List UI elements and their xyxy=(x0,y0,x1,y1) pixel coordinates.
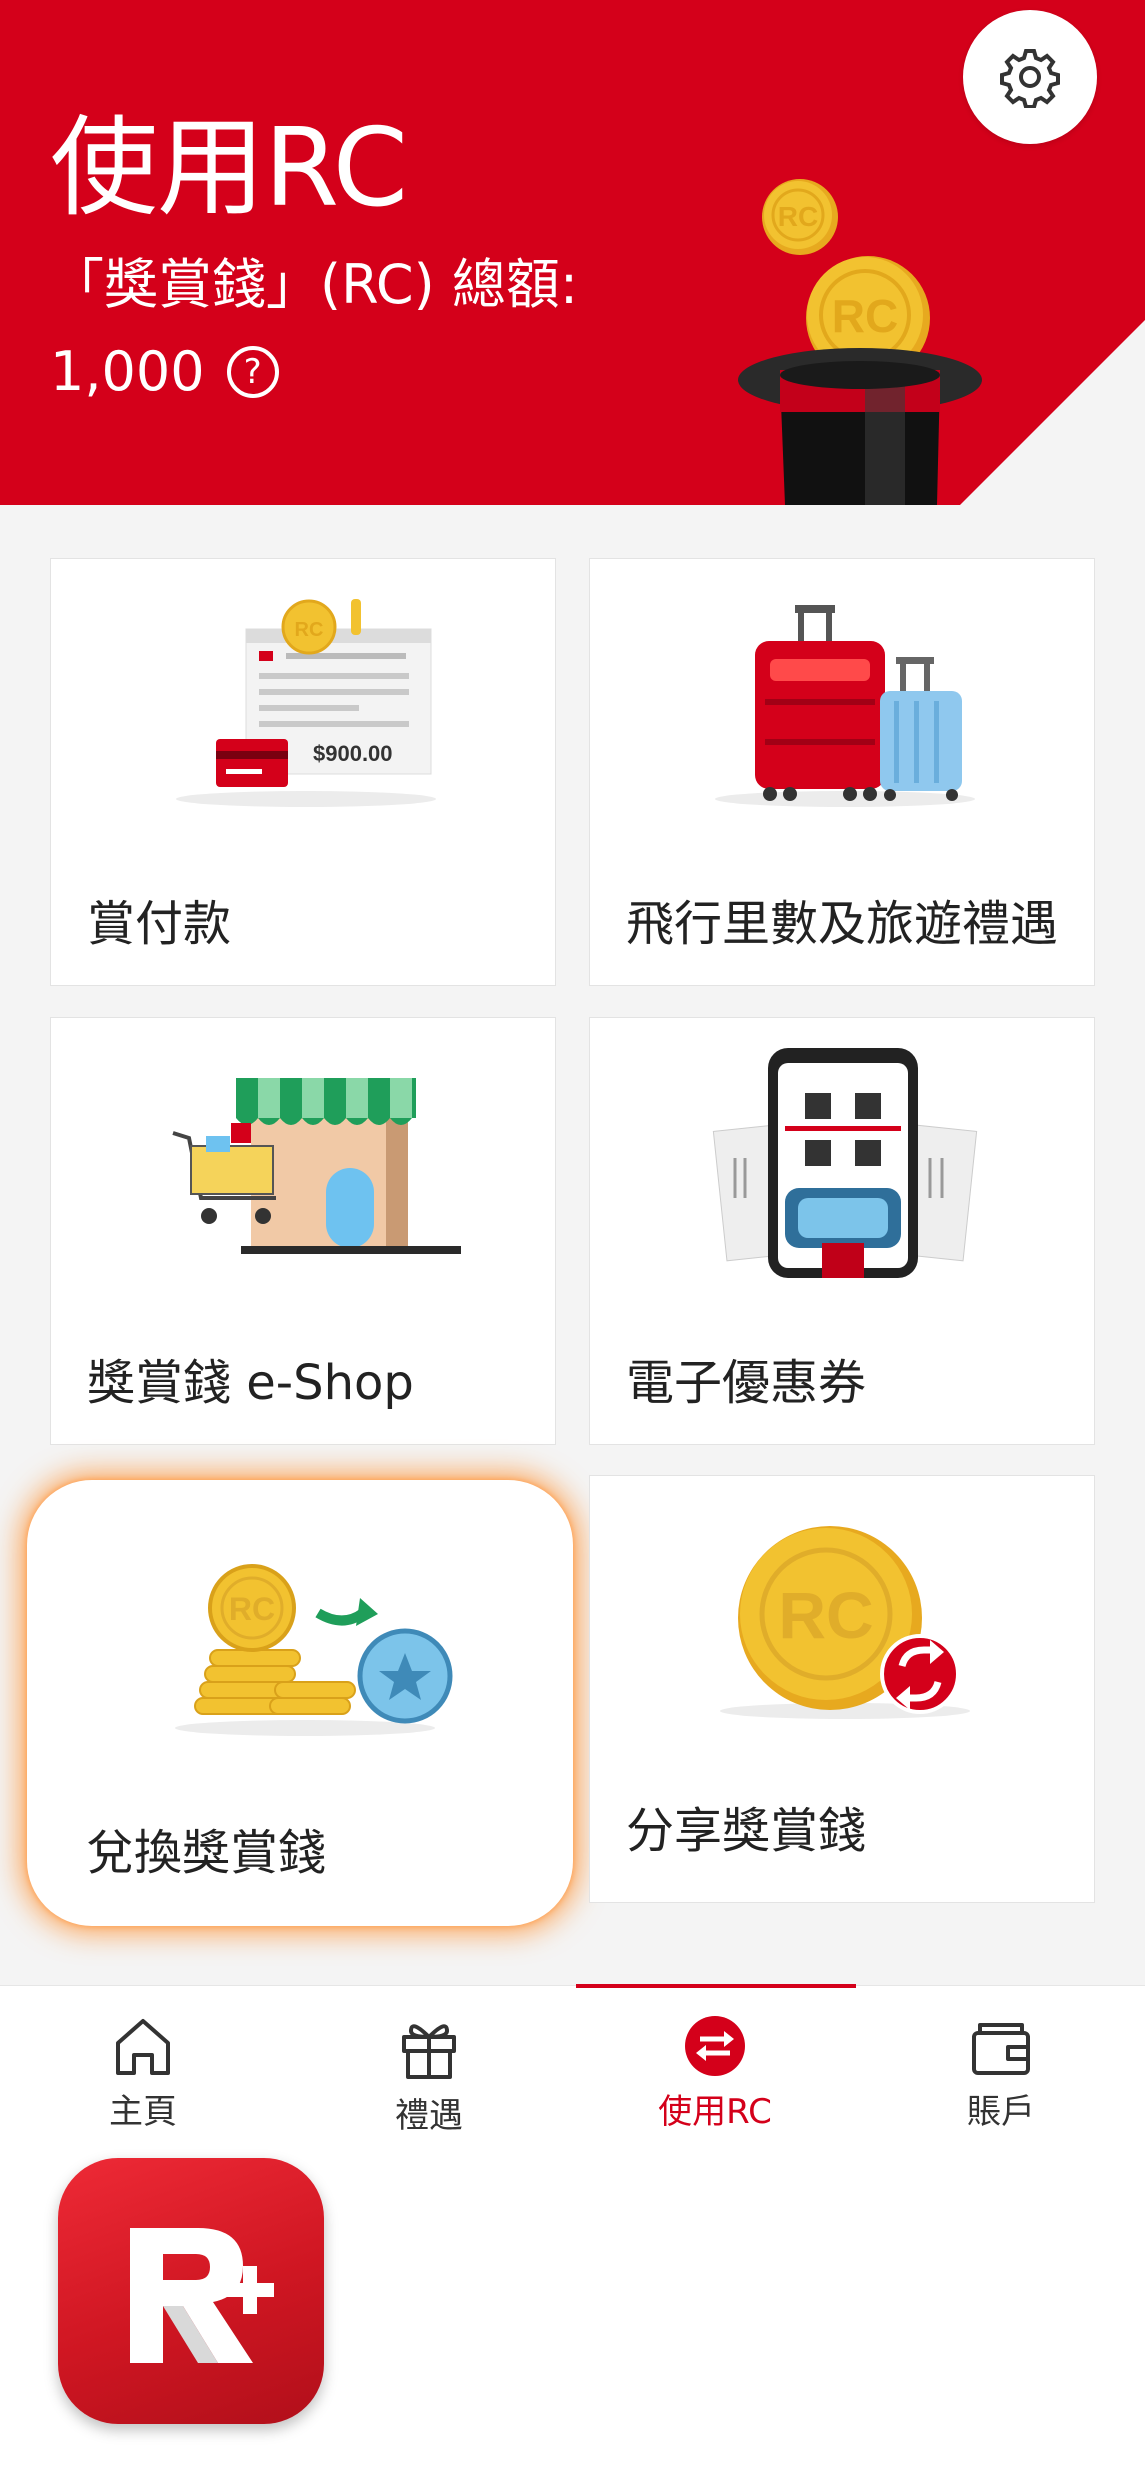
svg-text:RC: RC xyxy=(832,290,898,342)
shop-illustration xyxy=(172,1078,461,1254)
card-travel-rewards[interactable]: 飛行里數及旅遊禮遇 xyxy=(589,558,1095,986)
magic-hat-coins-illustration: RC RC xyxy=(738,179,982,505)
card-bill-payment[interactable]: $900.00 RC 賞付款 xyxy=(50,558,556,986)
tab-home[interactable]: 主頁 xyxy=(0,1986,286,2132)
tab-use-rc[interactable]: 使用RC xyxy=(572,1986,858,2132)
gift-icon xyxy=(402,2024,456,2079)
coin-small-icon: RC xyxy=(762,179,838,255)
card-label: 電子優惠券 xyxy=(626,1355,867,1411)
card-share-rc[interactable]: RC 分享獎賞錢 xyxy=(589,1475,1095,1903)
settings-button[interactable] xyxy=(963,10,1097,144)
tab-account[interactable]: 賬戶 xyxy=(858,1986,1144,2132)
rc-options-grid: $900.00 RC 賞付款 飛行里數及旅遊禮遇 獎賞錢 e-Shop 電子優惠… xyxy=(0,505,1145,1985)
tab-label: 使用RC xyxy=(658,2092,772,2132)
svg-text:RC: RC xyxy=(295,619,324,641)
svg-text:$900.00: $900.00 xyxy=(313,741,393,766)
header-banner: 使用RC 「獎賞錢」(RC) 總額: 1,000 ? RC RC xyxy=(0,0,1145,505)
tab-label: 賬戶 xyxy=(967,2092,1035,2132)
share-coin-illustration: RC xyxy=(720,1526,970,1719)
card-label: 兌換獎賞錢 xyxy=(86,1825,327,1881)
luggage-illustration xyxy=(715,605,975,807)
qr-coupon-illustration xyxy=(712,1048,978,1278)
tab-label: 禮遇 xyxy=(395,2096,463,2136)
swap-icon xyxy=(685,2016,745,2076)
card-convert-rc[interactable]: RC 兌換獎賞錢 xyxy=(30,1483,570,1923)
svg-text:RC: RC xyxy=(229,1591,275,1627)
card-label: 獎賞錢 e-Shop xyxy=(87,1355,414,1411)
home-icon xyxy=(116,2019,170,2075)
bill-payment-illustration: $900.00 RC xyxy=(176,599,436,807)
card-label: 分享獎賞錢 xyxy=(626,1803,867,1859)
convert-coins-illustration: RC xyxy=(175,1564,453,1736)
card-e-coupon[interactable]: 電子優惠券 xyxy=(589,1017,1095,1445)
top-hat-icon xyxy=(738,348,982,505)
balance-label: 「獎賞錢」(RC) 總額: xyxy=(50,253,579,316)
tab-label: 主頁 xyxy=(109,2092,177,2132)
card-label: 飛行里數及旅遊禮遇 xyxy=(626,896,1059,952)
help-icon[interactable]: ? xyxy=(226,346,279,398)
tab-offers[interactable]: 禮遇 xyxy=(286,1986,572,2136)
balance-value: 1,000 xyxy=(50,340,205,403)
card-label: 賞付款 xyxy=(87,896,232,952)
gear-icon xyxy=(1000,49,1060,108)
svg-text:RC: RC xyxy=(778,201,818,232)
page-title: 使用RC xyxy=(50,106,408,231)
app-logo xyxy=(58,2158,324,2424)
svg-text:RC: RC xyxy=(778,1578,873,1652)
r-plus-logo-icon xyxy=(130,2228,274,2363)
card-e-shop[interactable]: 獎賞錢 e-Shop xyxy=(50,1017,556,1445)
balance-row: 1,000 ? xyxy=(50,345,279,399)
bottom-tab-bar: 主頁 禮遇 使用RC 賬戶 xyxy=(0,1984,1145,2136)
wallet-icon xyxy=(972,2023,1030,2075)
